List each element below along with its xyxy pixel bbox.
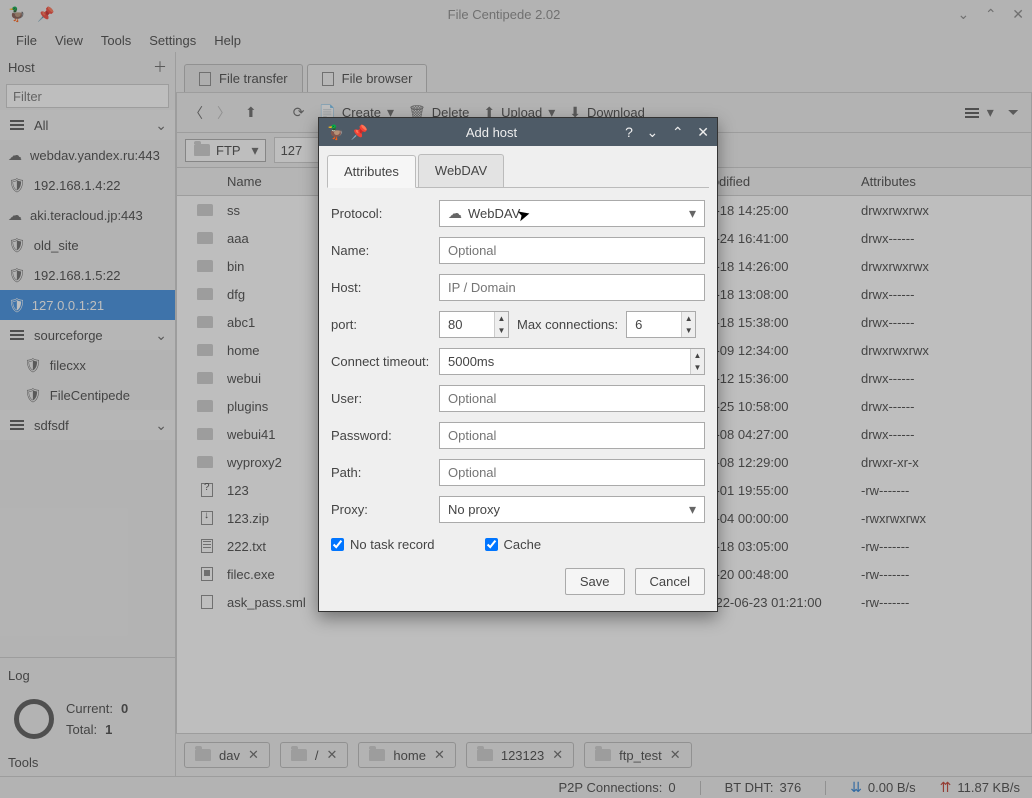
cloud-icon: ☁ xyxy=(448,205,462,222)
maximize-icon[interactable]: ⌃ xyxy=(672,124,684,141)
save-button[interactable]: Save xyxy=(565,568,625,595)
add-host-dialog: 🦆 📌 Add host ? ⌄ ⌃ ✕ Attributes WebDAV P… xyxy=(318,117,718,612)
close-icon[interactable]: ✕ xyxy=(697,124,709,141)
cache-checkbox[interactable]: Cache xyxy=(485,537,542,552)
caret-down-icon: ▾ xyxy=(689,205,696,222)
name-label: Name: xyxy=(331,243,431,258)
tab-attributes[interactable]: Attributes xyxy=(327,155,416,188)
spin-up-icon[interactable]: ▲ xyxy=(681,312,695,325)
proxy-selected: No proxy xyxy=(448,502,500,517)
spin-up-icon[interactable]: ▲ xyxy=(494,312,508,325)
spin-up-icon[interactable]: ▲ xyxy=(690,349,704,362)
app-icon: 🦆 xyxy=(327,124,344,141)
proxy-label: Proxy: xyxy=(331,502,431,517)
host-label: Host: xyxy=(331,280,431,295)
password-label: Password: xyxy=(331,428,431,443)
host-input[interactable] xyxy=(439,274,705,301)
password-input[interactable] xyxy=(439,422,705,449)
path-input[interactable] xyxy=(439,459,705,486)
name-input[interactable] xyxy=(439,237,705,264)
port-label: port: xyxy=(331,317,431,332)
proxy-select[interactable]: No proxy ▾ xyxy=(439,496,705,523)
protocol-label: Protocol: xyxy=(331,206,431,221)
no-task-record-checkbox[interactable]: No task record xyxy=(331,537,435,552)
minimize-icon[interactable]: ⌄ xyxy=(647,124,659,141)
spin-down-icon[interactable]: ▼ xyxy=(494,325,508,338)
cancel-button[interactable]: Cancel xyxy=(635,568,705,595)
user-input[interactable] xyxy=(439,385,705,412)
user-label: User: xyxy=(331,391,431,406)
protocol-selected: WebDAV xyxy=(468,206,520,221)
help-icon[interactable]: ? xyxy=(625,124,633,140)
protocol-select[interactable]: ☁ WebDAV ▾ xyxy=(439,200,705,227)
maxconn-label: Max connections: xyxy=(517,317,618,332)
spin-down-icon[interactable]: ▼ xyxy=(681,325,695,338)
dialog-title: Add host xyxy=(368,125,615,140)
timeout-label: Connect timeout: xyxy=(331,354,431,369)
spin-down-icon[interactable]: ▼ xyxy=(690,362,704,375)
tab-webdav[interactable]: WebDAV xyxy=(418,154,504,187)
caret-down-icon: ▾ xyxy=(689,501,696,518)
pin-icon[interactable]: 📌 xyxy=(350,124,367,141)
path-label: Path: xyxy=(331,465,431,480)
timeout-input[interactable] xyxy=(439,348,705,375)
